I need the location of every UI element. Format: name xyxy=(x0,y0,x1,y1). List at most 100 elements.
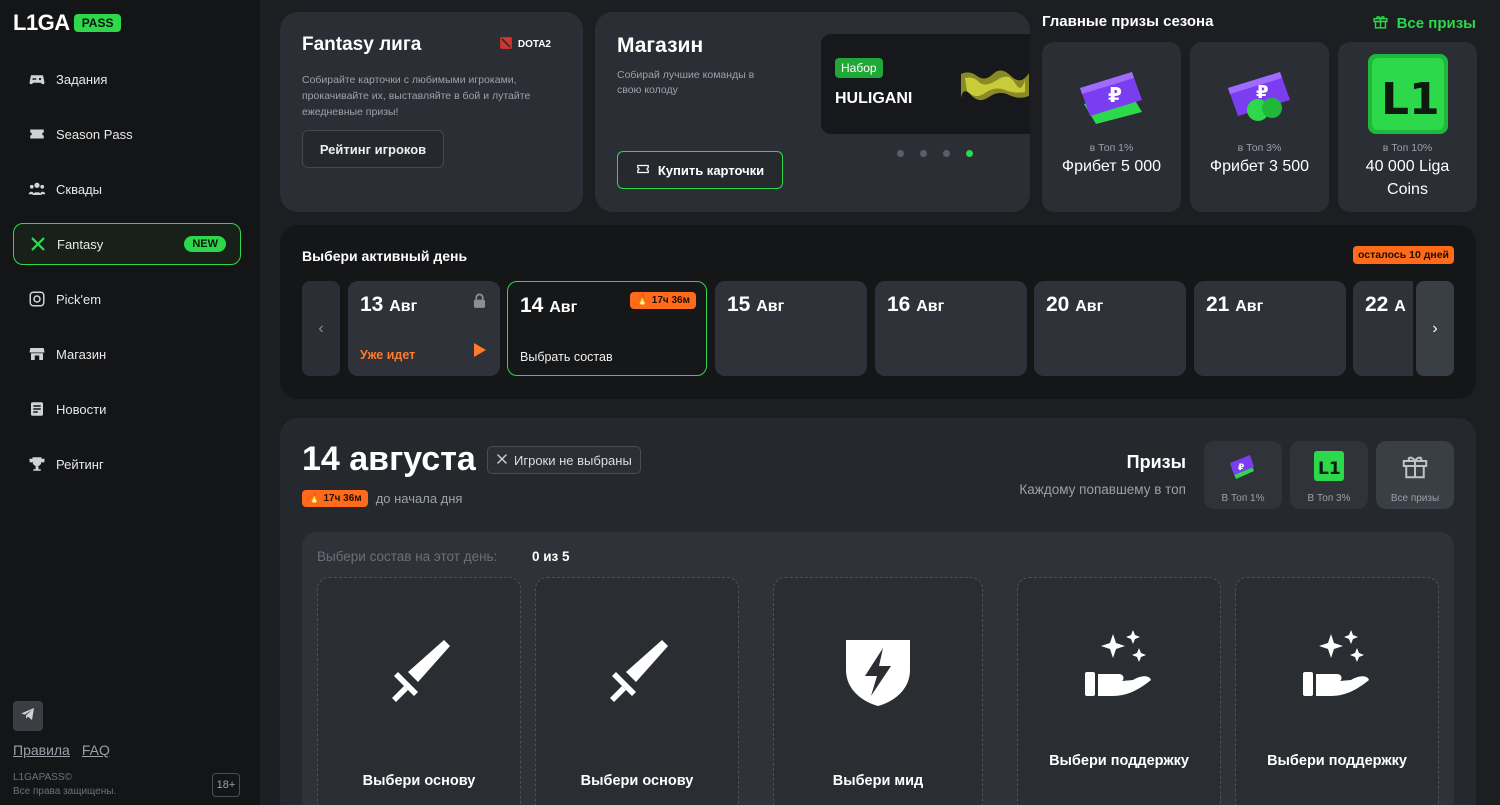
team-logo-art xyxy=(961,70,1029,101)
day-card[interactable]: 15 Авг xyxy=(715,281,867,376)
lineup-label: Выбери состав на этот день: xyxy=(317,549,498,564)
sidebar-item-tasks[interactable]: Задания xyxy=(13,58,241,100)
copyright-line-2: Все права защищены. xyxy=(13,786,117,797)
sidebar-item-label: Магазин xyxy=(56,346,107,362)
shield-bolt-icon xyxy=(846,640,910,706)
fantasy-description: Собирайте карточки с любимыми игроками, … xyxy=(302,74,531,118)
copyright: L1GAPASS© Все права защищены. xyxy=(13,771,116,799)
day-selector: Выбери активный день осталось 10 дней ‹ … xyxy=(280,225,1476,399)
news-icon xyxy=(27,399,47,419)
mini-prize-label: Все призы xyxy=(1390,493,1440,504)
carousel-dot[interactable] xyxy=(943,150,950,157)
day-date: 16 Авг xyxy=(887,293,1015,317)
svg-text:₽: ₽ xyxy=(1238,463,1244,473)
liga-coins-logo-icon: L1 xyxy=(1368,54,1448,134)
slot-label: Выбери основу xyxy=(580,773,694,789)
fire-icon: 🔥 xyxy=(636,295,649,306)
hand-sparkles-icon xyxy=(1085,630,1151,696)
mini-prize[interactable]: ₽ В Топ 1% xyxy=(1204,441,1282,509)
squad-icon xyxy=(27,179,47,199)
sidebar-item-store[interactable]: Магазин xyxy=(13,333,241,375)
day-card[interactable]: 13 Авг Уже идет xyxy=(348,281,500,376)
carousel-dot[interactable] xyxy=(920,150,927,157)
rules-link[interactable]: Правила xyxy=(13,742,70,758)
slot-label: Выбери основу xyxy=(362,773,476,789)
lineup-slot-support[interactable]: Выбери поддержку xyxy=(1235,577,1439,805)
sidebar: L1GA PASS Задания Season Pass Сквады Fan… xyxy=(0,0,260,805)
timer-badge: 🔥 17ч 36м xyxy=(302,490,368,507)
sidebar-item-fantasy[interactable]: Fantasy NEW xyxy=(13,223,241,265)
prize-card[interactable]: ₽ в Топ 1% Фрибет 5 000 xyxy=(1042,42,1181,212)
day-card-selected[interactable]: 14 Авг 🔥 17ч 36м Выбрать состав xyxy=(507,281,707,376)
prize-card[interactable]: ₽ в Топ 3% Фрибет 3 500 xyxy=(1190,42,1329,212)
day-month: Авг xyxy=(916,298,945,315)
day-card[interactable]: 16 Авг xyxy=(875,281,1027,376)
days-left-badge: осталось 10 дней xyxy=(1352,246,1454,264)
sidebar-item-label: Сквады xyxy=(56,181,102,197)
telegram-icon xyxy=(20,706,36,727)
banner-title: HULIGANI xyxy=(835,90,913,107)
all-prizes-link[interactable]: Все призы xyxy=(1372,13,1476,34)
lock-icon xyxy=(473,293,486,313)
sidebar-item-squads[interactable]: Сквады xyxy=(13,168,241,210)
days-prev-button[interactable]: ‹ xyxy=(302,281,340,376)
hand-sparkles-icon xyxy=(1303,630,1369,696)
gift-icon xyxy=(1402,456,1428,479)
lineup-slot-carry[interactable]: Выбери основу xyxy=(535,577,739,805)
carousel-dot[interactable] xyxy=(897,150,904,157)
chevron-right-icon: › xyxy=(1432,319,1438,337)
dota-icon xyxy=(499,36,513,53)
sidebar-item-label: Рейтинг xyxy=(56,456,104,472)
sidebar-item-label: Fantasy xyxy=(57,236,104,252)
sidebar-item-rating[interactable]: Рейтинг xyxy=(13,443,241,485)
day-card[interactable]: 21 Авг xyxy=(1194,281,1346,376)
freebet-ticket-icon: ₽ xyxy=(1230,455,1254,479)
mini-prize-label: В Топ 1% xyxy=(1221,493,1265,504)
lineup-slot-support[interactable]: Выбери поддержку xyxy=(1017,577,1221,805)
mini-prize[interactable]: L1 В Топ 3% xyxy=(1290,441,1368,509)
new-badge: NEW xyxy=(184,236,226,252)
game-tag-label: DOTA2 xyxy=(517,39,551,50)
day-detail: 14 августа Игроки не выбраны 🔥 17ч 36м д… xyxy=(280,418,1476,805)
day-date: 13 Авг xyxy=(360,293,488,317)
all-prizes-button[interactable]: Все призы xyxy=(1376,441,1454,509)
svg-text:L1: L1 xyxy=(1381,74,1440,125)
prize-card[interactable]: L1 в Топ 10% 40 000 Liga Coins xyxy=(1338,42,1477,212)
all-prizes-label: Все призы xyxy=(1396,15,1476,32)
banner-tag: Набор xyxy=(835,58,883,78)
telegram-button[interactable] xyxy=(13,701,43,731)
day-month: Авг xyxy=(756,298,785,315)
lineup-slot-mid[interactable]: Выбери мид xyxy=(773,577,983,805)
target-icon xyxy=(27,289,47,309)
season-prizes-title: Главные призы сезона xyxy=(1042,13,1214,30)
day-month: Авг xyxy=(549,299,578,316)
gamepad-icon xyxy=(27,69,47,89)
prize-rank: в Топ 10% xyxy=(1382,142,1433,154)
timer-suffix: до начала дня xyxy=(375,491,463,506)
players-rating-button[interactable]: Рейтинг игроков xyxy=(302,130,444,168)
day-status: Уже идет xyxy=(360,348,416,362)
sidebar-item-pickem[interactable]: Pick'em xyxy=(13,278,241,320)
logo[interactable]: L1GA PASS xyxy=(13,10,122,36)
day-date: 21 Авг xyxy=(1206,293,1334,317)
buy-cards-button[interactable]: Купить карточки xyxy=(617,151,783,189)
fantasy-league-card: Fantasy лига DOTA2 Собирайте карточки с … xyxy=(280,12,583,212)
sidebar-item-news[interactable]: Новости xyxy=(13,388,241,430)
faq-link[interactable]: FAQ xyxy=(82,742,110,758)
day-detail-date: 14 августа xyxy=(302,440,476,478)
sword-icon xyxy=(392,640,450,702)
day-card[interactable]: 20 Авг xyxy=(1034,281,1186,376)
days-next-button[interactable]: › xyxy=(1416,281,1454,376)
timer-text: 17ч 36м xyxy=(651,295,690,306)
sidebar-item-season-pass[interactable]: Season Pass xyxy=(13,113,241,155)
lineup-slot-carry[interactable]: Выбери основу xyxy=(317,577,521,805)
prizes-subtitle: Каждому попавшему в топ xyxy=(1019,482,1186,497)
day-card[interactable]: 22 А xyxy=(1353,281,1413,376)
logo-text: L1GA xyxy=(13,10,70,35)
shop-banner[interactable]: Набор HULIGANI xyxy=(821,34,1030,134)
carousel-dot-active[interactable] xyxy=(966,150,973,157)
slot-label: Выбери мид xyxy=(832,773,924,789)
choose-lineup-link: Выбрать состав xyxy=(520,350,613,364)
slot-label: Выбери поддержку xyxy=(1049,753,1189,769)
crossed-swords-icon xyxy=(28,234,48,254)
